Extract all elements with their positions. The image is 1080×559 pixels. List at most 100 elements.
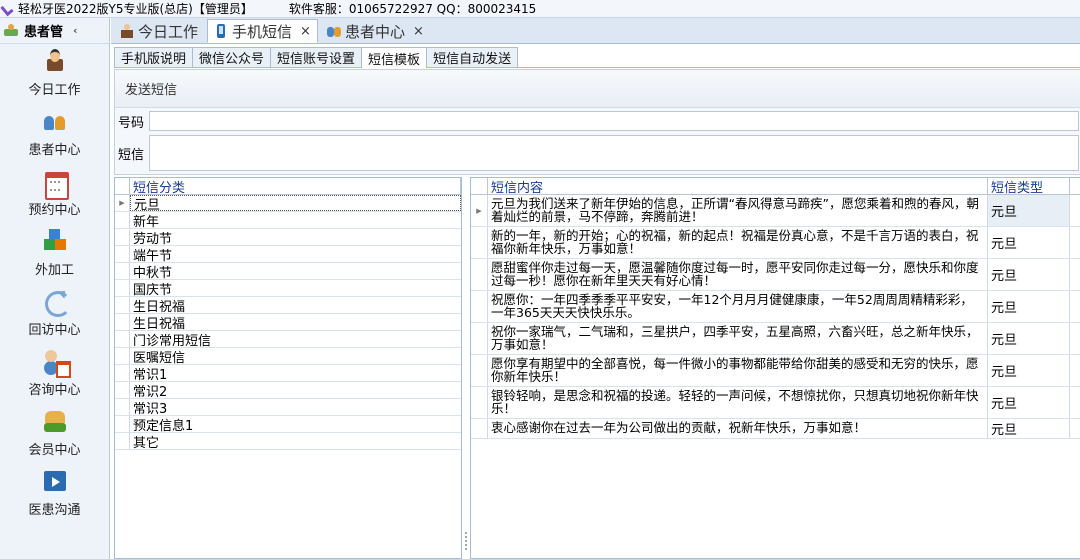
- category-row[interactable]: 劳动节: [115, 229, 461, 246]
- message-row[interactable]: 衷心感谢你在过去一年为公司做出的贡献，祝新年快乐，万事如意！ 元旦: [471, 419, 1080, 439]
- category-row[interactable]: 生日祝福: [115, 314, 461, 331]
- message-type-cell: 元旦: [988, 291, 1070, 322]
- tab-mobile-sms[interactable]: 手机短信 ×: [207, 19, 318, 43]
- tab-sms-auto-send[interactable]: 短信自动发送: [426, 47, 519, 67]
- category-cell: 常识1: [133, 367, 168, 382]
- category-cell: 国庆节: [133, 282, 173, 297]
- message-row[interactable]: ▶ 元旦为我们送来了新年伊始的信息，正所谓“春风得意马蹄疾”，愿您乘着和煦的春风…: [471, 195, 1080, 227]
- sidebar-item-today-work[interactable]: 今日工作: [0, 44, 109, 104]
- manager-icon: [42, 48, 68, 74]
- sidebar-item-label: 患者中心: [28, 143, 81, 158]
- category-cell: 元旦: [130, 195, 461, 211]
- column-header-type[interactable]: 短信类型: [988, 178, 1070, 196]
- category-row[interactable]: ▶ 元旦: [115, 195, 461, 212]
- sidebar-item-outsourcing[interactable]: 外加工: [0, 224, 109, 284]
- category-cell: 常识2: [133, 384, 168, 399]
- message-row[interactable]: 愿你享有期望中的全部喜悦，每一件微小的事物都能带给你甜美的感受和无穷的快乐，愿你…: [471, 355, 1080, 387]
- category-row[interactable]: 医嘱短信: [115, 348, 461, 365]
- category-grid-header: 短信分类: [115, 178, 461, 196]
- message-content-cell: 元旦为我们送来了新年伊始的信息，正所谓“春风得意马蹄疾”，愿您乘着和煦的春风，朝…: [488, 195, 988, 226]
- tab-sms-account-settings[interactable]: 短信账号设置: [270, 47, 363, 67]
- app-logo-icon: [2, 2, 15, 15]
- sms-sub-tabs: 手机版说明 微信公众号 短信账号设置 短信模板 短信自动发送: [114, 47, 1080, 68]
- phone-input[interactable]: [149, 111, 1079, 131]
- category-row[interactable]: 中秋节: [115, 263, 461, 280]
- message-row[interactable]: 新的一年，新的开始；心的祝福，新的起点！祝福是份真心意，不是千言万语的表白，祝福…: [471, 227, 1080, 259]
- message-type-cell: 元旦: [988, 227, 1070, 258]
- category-cell: 生日祝福: [133, 299, 186, 314]
- category-row[interactable]: 新年: [115, 212, 461, 229]
- category-cell: 常识3: [133, 401, 168, 416]
- message-content-cell: 祝愿你：一年四季季季平平安安，一年12个月月月健健康康，一年52周周周精精彩彩，…: [488, 291, 988, 322]
- sidebar-item-label: 会员中心: [28, 443, 81, 458]
- message-type-cell: 元旦: [988, 195, 1070, 226]
- sidebar-item-patient-center[interactable]: 患者中心: [0, 104, 109, 164]
- category-cell: 其它: [133, 435, 160, 450]
- sidebar: 患者管 ‹ 今日工作 患者中心 预约中心 外加工 回访中心 咨询中心 会员中心 …: [0, 18, 110, 559]
- sidebar-header-label: 患者管: [24, 25, 64, 40]
- tab-label: 今日工作: [138, 22, 199, 41]
- category-cell: 新年: [133, 214, 160, 229]
- category-row[interactable]: 门诊常用短信: [115, 331, 461, 348]
- sidebar-item-revisit-center[interactable]: 回访中心: [0, 284, 109, 344]
- tab-sms-templates[interactable]: 短信模板: [361, 47, 428, 68]
- member-icon: [42, 408, 68, 434]
- sidebar-item-label: 预约中心: [28, 203, 81, 218]
- message-row[interactable]: 银铃轻响，是思念和祝福的投递。轻轻的一声问候，不想惊扰你，只想真切地祝你新年快乐…: [471, 387, 1080, 419]
- message-content-cell: 新的一年，新的开始；心的祝福，新的起点！祝福是份真心意，不是千言万语的表白，祝福…: [488, 227, 988, 258]
- collapse-sidebar-button[interactable]: ‹: [73, 24, 78, 37]
- message-content-cell: 愿你享有期望中的全部喜悦，每一件微小的事物都能带给你甜美的感受和无穷的快乐，愿你…: [488, 355, 988, 386]
- row-indicator-icon: ▶: [471, 195, 488, 226]
- splitter-grip-icon[interactable]: [465, 532, 467, 550]
- consultant-icon: [42, 348, 71, 378]
- close-icon[interactable]: ×: [413, 24, 424, 39]
- column-header-content[interactable]: 短信内容: [488, 178, 988, 196]
- tab-today-work[interactable]: 今日工作: [113, 19, 205, 43]
- category-row[interactable]: 预定信息1: [115, 416, 461, 433]
- tab-patient-center[interactable]: 患者中心 ×: [320, 19, 431, 43]
- patients-icon: [326, 24, 341, 38]
- sidebar-header[interactable]: 患者管 ‹: [0, 18, 109, 44]
- sms-label: 短信: [118, 147, 145, 163]
- message-content-cell: 愿甜蜜伴你走过每一天，愿温馨随你度过每一时，愿平安同你走过每一分，愿快乐和你度过…: [488, 259, 988, 290]
- column-header-category[interactable]: 短信分类: [130, 178, 461, 196]
- category-cell: 劳动节: [133, 231, 173, 246]
- message-row[interactable]: 祝你一家瑞气，二气瑞和，三星拱户，四季平安，五星高照，六畜兴旺，总之新年快乐，万…: [471, 323, 1080, 355]
- window-title: 轻松牙医2022版Y5专业版(总店)【管理员】: [18, 2, 253, 16]
- category-row[interactable]: 端午节: [115, 246, 461, 263]
- tab-label: 患者中心: [344, 22, 405, 41]
- category-row[interactable]: 常识3: [115, 399, 461, 416]
- sidebar-item-member-center[interactable]: 会员中心: [0, 404, 109, 464]
- message-row[interactable]: 愿甜蜜伴你走过每一天，愿温馨随你度过每一时，愿平安同你走过每一分，愿快乐和你度过…: [471, 259, 1080, 291]
- message-row[interactable]: 祝愿你：一年四季季季平平安安，一年12个月月月健健康康，一年52周周周精精彩彩，…: [471, 291, 1080, 323]
- category-row[interactable]: 其它: [115, 433, 461, 450]
- message-type-cell: 元旦: [988, 259, 1070, 290]
- tab-wechat-account[interactable]: 微信公众号: [192, 47, 272, 67]
- sms-text-input[interactable]: [149, 135, 1079, 171]
- sms-template-grid: 短信内容 短信类型 ▶ 元旦为我们送来了新年伊始的信息，正所谓“春风得意马蹄疾”…: [470, 177, 1080, 559]
- category-cell: 门诊常用短信: [133, 333, 212, 348]
- sidebar-item-doctor-patient-comm[interactable]: 医患沟通: [0, 464, 109, 524]
- category-row[interactable]: 常识2: [115, 382, 461, 399]
- category-cell: 中秋节: [133, 265, 173, 280]
- message-type-cell: 元旦: [988, 323, 1070, 354]
- sidebar-item-label: 回访中心: [28, 323, 81, 338]
- sidebar-item-appointment-center[interactable]: 预约中心: [0, 164, 109, 224]
- category-row[interactable]: 国庆节: [115, 280, 461, 297]
- panel-splitter[interactable]: [464, 177, 469, 559]
- tab-mobile-guide[interactable]: 手机版说明: [114, 47, 194, 67]
- category-cell: 医嘱短信: [133, 350, 186, 365]
- category-row[interactable]: 生日祝福: [115, 297, 461, 314]
- sidebar-item-label: 医患沟通: [28, 503, 81, 518]
- message-type-cell: 元旦: [988, 387, 1070, 418]
- sms-category-grid: 短信分类 ▶ 元旦 新年 劳动节 端午节 中秋节 国庆节 生日祝福 生日祝福 门诊…: [114, 177, 462, 559]
- category-cell: 生日祝福: [133, 316, 186, 331]
- support-info: 软件客服：01065722927 QQ：800023415: [288, 2, 537, 16]
- refresh-icon: [42, 288, 71, 317]
- close-icon[interactable]: ×: [300, 24, 311, 39]
- category-row[interactable]: 常识1: [115, 365, 461, 382]
- row-header-corner: [115, 178, 130, 194]
- blocks-icon: [42, 228, 68, 254]
- sidebar-item-consult-center[interactable]: 咨询中心: [0, 344, 109, 404]
- patient-manage-icon: [4, 23, 19, 38]
